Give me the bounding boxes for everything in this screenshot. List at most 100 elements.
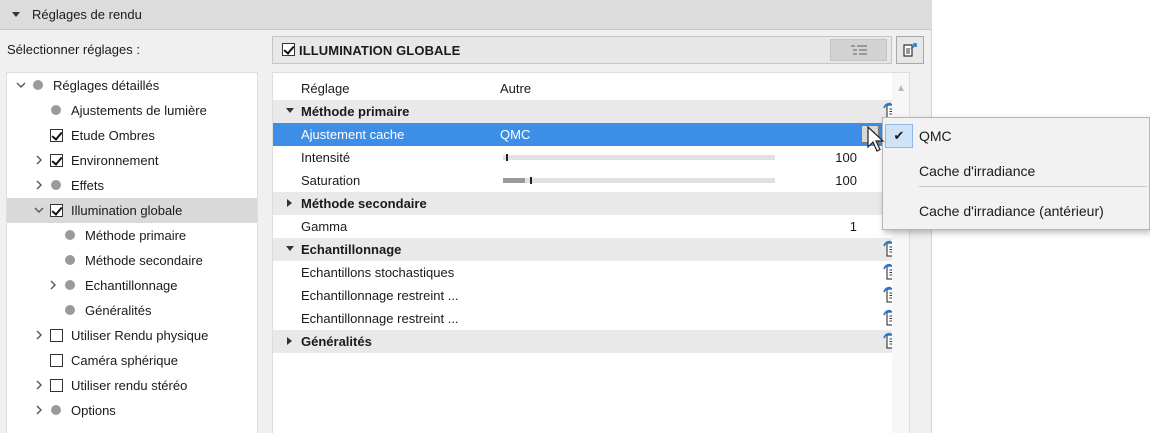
property-name: Echantillonnage restreint ...: [301, 311, 459, 326]
export-settings-button[interactable]: [896, 36, 924, 64]
tree-item[interactable]: Utiliser rendu stéréo: [7, 373, 257, 398]
tree-item-label: Etude Ombres: [71, 128, 155, 143]
chevron-right-icon[interactable]: [33, 379, 45, 391]
chevron-right-icon[interactable]: [47, 279, 59, 291]
cache-dropdown-menu: ✔ QMC Cache d'irradiance Cache d'irradiance…: [882, 117, 1150, 230]
property-value[interactable]: QMC: [500, 127, 530, 142]
section-title: ILLUMINATION GLOBALE: [299, 43, 461, 58]
tree-checkbox[interactable]: [50, 354, 63, 367]
grid-row[interactable]: Ajustement cache QMC: [273, 123, 893, 146]
collapse-triangle-icon[interactable]: [12, 12, 20, 17]
menu-item-label: QMC: [919, 128, 952, 144]
menu-item[interactable]: Cache d'irradiance (antérieur): [883, 195, 1149, 227]
grid-row[interactable]: Echantillons stochastiques: [273, 261, 898, 284]
tree-item[interactable]: Echantillonnage: [7, 273, 257, 298]
grid-section-row[interactable]: Echantillonnage: [273, 238, 898, 261]
property-name: Gamma: [301, 219, 348, 234]
tree-item[interactable]: Utiliser Rendu physique: [7, 323, 257, 348]
grid-row[interactable]: Intensité 100: [273, 146, 893, 169]
tree-item-label: Ajustements de lumière: [71, 103, 207, 118]
menu-item[interactable]: ✔ QMC: [883, 120, 1149, 152]
tree-item[interactable]: Environnement: [7, 148, 257, 173]
tree-item-label: Utiliser Rendu physique: [71, 328, 209, 343]
grid-row[interactable]: Echantillonnage restreint ...: [273, 284, 898, 307]
status-dot-icon: [33, 80, 43, 90]
tree-item-label: Généralités: [85, 303, 152, 318]
tree-item-label: Options: [71, 403, 116, 418]
checkmark-icon: ✔: [885, 124, 913, 148]
grid-section-row[interactable]: Méthode primaire: [273, 100, 898, 123]
grid-section-row[interactable]: Généralités: [273, 330, 898, 353]
property-number[interactable]: 1: [850, 219, 857, 234]
property-name: Echantillonnage restreint ...: [301, 288, 459, 303]
grid-row[interactable]: Echantillonnage restreint ...: [273, 307, 898, 330]
chevron-down-icon[interactable]: [33, 204, 45, 216]
property-name: Méthode primaire: [301, 104, 410, 119]
tree-item-label: Réglages détaillés: [53, 78, 160, 93]
tree-checkbox[interactable]: [50, 129, 63, 142]
chevron-down-icon[interactable]: [15, 79, 27, 91]
tree-item[interactable]: Options: [7, 398, 257, 423]
tree-item[interactable]: Effets: [7, 173, 257, 198]
settings-tree: Réglages détaillés Ajustements de lumière…: [6, 72, 258, 433]
property-number[interactable]: 100: [835, 173, 857, 188]
menu-item[interactable]: Cache d'irradiance: [883, 155, 1149, 187]
tree-item-label: Méthode primaire: [85, 228, 187, 243]
chevron-right-icon[interactable]: [33, 329, 45, 341]
expand-triangle-icon[interactable]: [287, 199, 292, 207]
collapse-triangle-icon[interactable]: [286, 108, 294, 113]
menu-item-label: Cache d'irradiance (antérieur): [919, 203, 1104, 219]
expand-triangle-icon[interactable]: [287, 337, 292, 345]
list-view-button[interactable]: [830, 39, 887, 61]
status-dot-icon: [51, 105, 61, 115]
tree-item-label: Effets: [71, 178, 105, 193]
grid-row[interactable]: Réglage Autre: [273, 77, 893, 100]
tree-checkbox[interactable]: [50, 204, 63, 217]
rendering-settings-panel: Réglages de rendu Sélectionner réglages …: [0, 0, 932, 433]
slider-handle[interactable]: [505, 154, 508, 161]
tree-item[interactable]: Réglages détaillés: [7, 73, 257, 98]
tree-item[interactable]: Généralités: [7, 298, 257, 323]
tree-item[interactable]: Illumination globale: [7, 198, 257, 223]
status-dot-icon: [65, 230, 75, 240]
property-name: Méthode secondaire: [301, 196, 427, 211]
status-dot-icon: [51, 405, 61, 415]
tree-checkbox[interactable]: [50, 329, 63, 342]
panel-header[interactable]: Réglages de rendu: [0, 0, 932, 30]
property-grid: Réglage Autre Méthode primaire Ajustement c…: [272, 72, 910, 433]
scroll-up-icon[interactable]: ▲: [896, 83, 906, 94]
grid-row[interactable]: Saturation 100: [273, 169, 893, 192]
property-name: Echantillons stochastiques: [301, 265, 455, 280]
property-name: Saturation: [301, 173, 361, 188]
chevron-right-icon[interactable]: [33, 154, 45, 166]
status-dot-icon: [65, 280, 75, 290]
section-header-bar: ILLUMINATION GLOBALE: [272, 36, 892, 64]
property-number[interactable]: 100: [835, 150, 857, 165]
tree-item[interactable]: Méthode primaire: [7, 223, 257, 248]
property-name: Echantillonnage: [301, 242, 402, 257]
global-illumination-checkbox[interactable]: [282, 43, 295, 56]
status-dot-icon: [65, 255, 75, 265]
tree-checkbox[interactable]: [50, 379, 63, 392]
chevron-right-icon[interactable]: [33, 179, 45, 191]
chevron-right-icon[interactable]: [33, 404, 45, 416]
tree-item-label: Illumination globale: [71, 203, 183, 218]
tree-item[interactable]: Méthode secondaire: [7, 248, 257, 273]
value-slider[interactable]: [503, 154, 775, 161]
tree-checkbox[interactable]: [50, 154, 63, 167]
tree-item[interactable]: Ajustements de lumière: [7, 98, 257, 123]
list-view-icon: [850, 45, 867, 55]
tree-item-label: Méthode secondaire: [85, 253, 203, 268]
tree-item-label: Echantillonnage: [85, 278, 178, 293]
grid-row[interactable]: Gamma 1: [273, 215, 893, 238]
status-dot-icon: [65, 305, 75, 315]
collapse-triangle-icon[interactable]: [286, 246, 294, 251]
panel-title: Réglages de rendu: [32, 7, 142, 22]
export-icon: [903, 43, 917, 57]
tree-item[interactable]: Etude Ombres: [7, 123, 257, 148]
tree-item[interactable]: Caméra sphérique: [7, 348, 257, 373]
property-value[interactable]: Autre: [500, 81, 531, 96]
slider-handle[interactable]: [530, 177, 533, 184]
value-slider[interactable]: [503, 177, 775, 184]
grid-section-row[interactable]: Méthode secondaire: [273, 192, 893, 215]
